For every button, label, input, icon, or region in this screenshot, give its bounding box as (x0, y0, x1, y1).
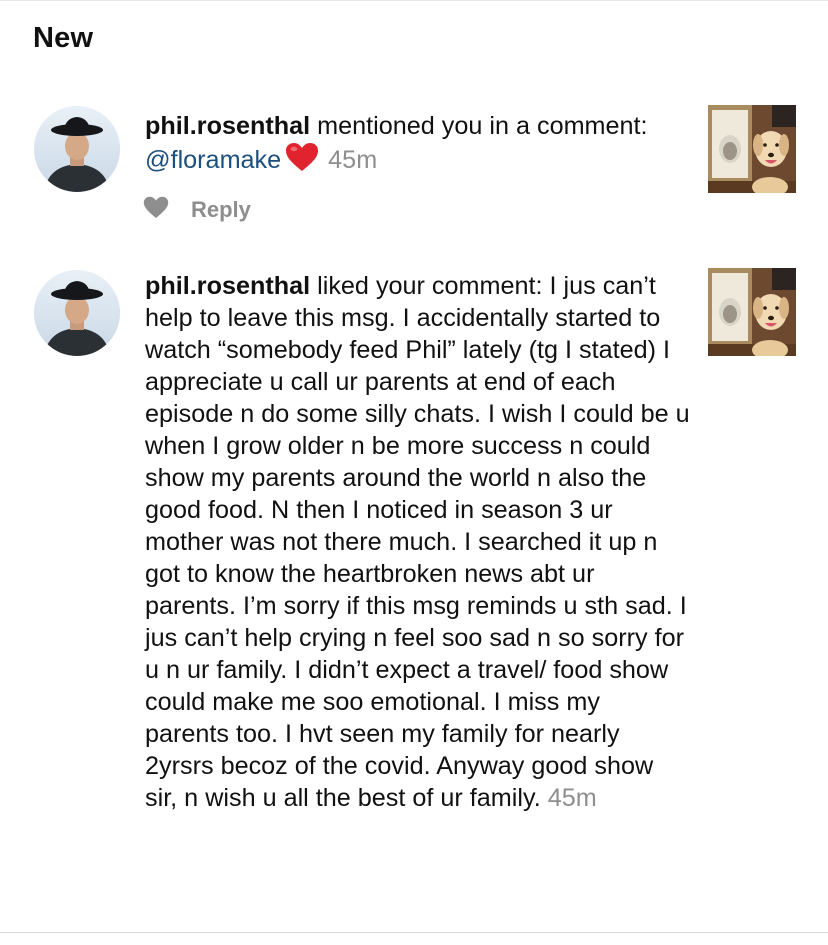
avatar-photo (34, 270, 120, 356)
post-thumbnail-image (708, 105, 796, 193)
username-link[interactable]: phil.rosenthal (145, 272, 310, 300)
mention-link[interactable]: @floramake (145, 146, 281, 174)
reply-button[interactable]: Reply (191, 197, 251, 223)
post-thumbnail-image (708, 268, 796, 356)
notification-comment: liked your comment: I jus can’t help to … (145, 272, 690, 812)
notification-text[interactable]: phil.rosenthal mentioned you in a commen… (145, 110, 690, 180)
avatar[interactable] (34, 270, 120, 356)
reply-row: Reply (143, 195, 251, 225)
notification-text[interactable]: phil.rosenthal liked your comment: I jus… (145, 270, 690, 814)
timestamp: 45m (547, 784, 597, 812)
like-heart-icon[interactable] (143, 196, 169, 224)
notification-action: mentioned you in a comment: (310, 112, 648, 140)
post-thumbnail[interactable] (708, 105, 796, 193)
bottom-divider (0, 932, 828, 933)
timestamp: 45m (328, 146, 378, 174)
avatar[interactable] (34, 106, 120, 192)
top-divider (0, 0, 828, 1)
heart-emoji-icon (285, 142, 319, 180)
post-thumbnail[interactable] (708, 268, 796, 356)
section-title: New (33, 22, 94, 54)
username-link[interactable]: phil.rosenthal (145, 112, 310, 140)
avatar-photo (34, 106, 120, 192)
